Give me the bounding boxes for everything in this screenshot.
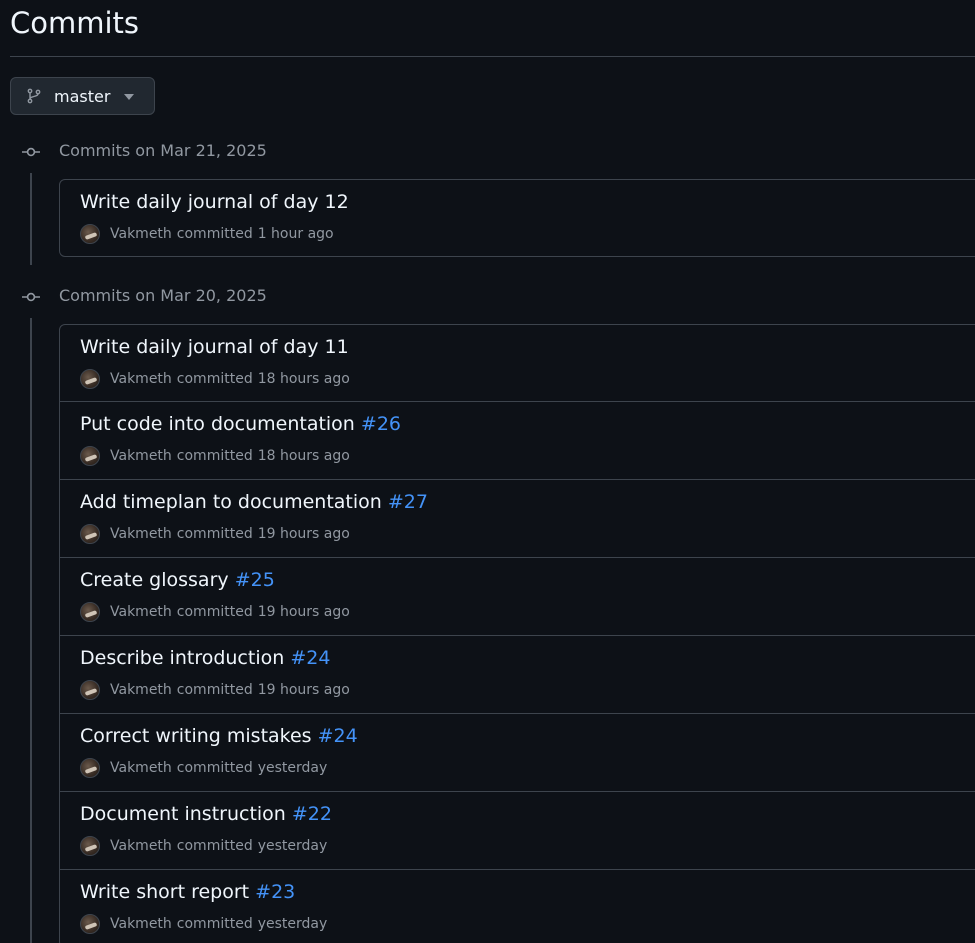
commit-author-link[interactable]: Vakmeth: [110, 838, 172, 854]
avatar[interactable]: [80, 446, 100, 466]
commit-list-item: Write short report #23 Vakmeth committed ye…: [60, 869, 975, 943]
commit-title: Describe introduction #24: [80, 647, 330, 669]
avatar[interactable]: [80, 602, 100, 622]
commit-verb: committed: [176, 226, 253, 242]
pull-request-link[interactable]: #24: [318, 725, 358, 747]
commit-author-link[interactable]: Vakmeth: [110, 604, 172, 620]
commit-meta: Vakmeth committed 18 hours ago: [80, 446, 350, 466]
commit-verb: committed: [176, 604, 253, 620]
commit-message-link[interactable]: Put code into documentation: [80, 413, 355, 435]
pull-request-link[interactable]: #22: [292, 803, 332, 825]
avatar[interactable]: [80, 680, 100, 700]
commit-meta: Vakmeth committed 1 hour ago: [80, 224, 334, 244]
commit-meta: Vakmeth committed 18 hours ago: [80, 369, 350, 389]
commit-title: Correct writing mistakes #24: [80, 725, 358, 747]
commit-author-link[interactable]: Vakmeth: [110, 916, 172, 932]
commit-title: Add timeplan to documentation #27: [80, 491, 428, 513]
commit-author-link[interactable]: Vakmeth: [110, 371, 172, 387]
commit-list-item: Add timeplan to documentation #27 Vakmeth…: [60, 479, 975, 557]
commit-verb: committed: [176, 371, 253, 387]
pull-request-link[interactable]: #23: [255, 881, 295, 903]
chevron-down-icon: [124, 94, 134, 100]
commit-time: yesterday: [257, 838, 328, 854]
commit-author-link[interactable]: Vakmeth: [110, 226, 172, 242]
branch-selector-button[interactable]: master: [10, 77, 155, 115]
commit-meta: Vakmeth committed yesterday: [80, 914, 327, 934]
commit-group-date: Commits on Mar 21, 2025: [59, 141, 267, 160]
avatar[interactable]: [80, 758, 100, 778]
commit-group-header: Commits on Mar 20, 2025: [0, 284, 975, 310]
avatar[interactable]: [80, 224, 100, 244]
commit-message-link[interactable]: Add timeplan to documentation: [80, 491, 382, 513]
commit-meta: Vakmeth committed yesterday: [80, 836, 327, 856]
avatar[interactable]: [80, 524, 100, 544]
git-commit-icon: [22, 292, 40, 302]
commit-verb: committed: [176, 838, 253, 854]
commit-list-item: Create glossary #25 Vakmeth committed 19 ho…: [60, 557, 975, 635]
commit-message-link[interactable]: Document instruction: [80, 803, 286, 825]
commit-time: 19 hours ago: [257, 682, 350, 698]
commit-list-item: Correct writing mistakes #24 Vakmeth commi…: [60, 713, 975, 791]
commit-author-link[interactable]: Vakmeth: [110, 526, 172, 542]
commit-time: yesterday: [257, 916, 328, 932]
commit-title: Write daily journal of day 11: [80, 336, 349, 358]
commit-title: Write short report #23: [80, 881, 295, 903]
pull-request-link[interactable]: #25: [235, 569, 275, 591]
commit-verb: committed: [176, 682, 253, 698]
commit-verb: committed: [176, 916, 253, 932]
commit-list: Write daily journal of day 12 Vakmeth comm…: [59, 179, 975, 257]
commit-time: 19 hours ago: [257, 526, 350, 542]
commit-author-link[interactable]: Vakmeth: [110, 448, 172, 464]
commit-message-link[interactable]: Create glossary: [80, 569, 229, 591]
avatar[interactable]: [80, 914, 100, 934]
commit-message-link[interactable]: Write short report: [80, 881, 249, 903]
commit-verb: committed: [176, 526, 253, 542]
avatar[interactable]: [80, 369, 100, 389]
commit-title: Write daily journal of day 12: [80, 191, 349, 213]
commit-title: Create glossary #25: [80, 569, 275, 591]
commit-list-item: Write daily journal of day 12 Vakmeth comm…: [60, 180, 975, 256]
commit-time: 1 hour ago: [257, 226, 334, 242]
commit-meta: Vakmeth committed 19 hours ago: [80, 524, 350, 544]
commit-message-link[interactable]: Write daily journal of day 12: [80, 191, 349, 213]
commit-author-link[interactable]: Vakmeth: [110, 682, 172, 698]
commit-meta: Vakmeth committed 19 hours ago: [80, 602, 350, 622]
branch-name: master: [54, 87, 111, 106]
commit-meta: Vakmeth committed 19 hours ago: [80, 680, 350, 700]
commit-list-item: Put code into documentation #26 Vakmeth co…: [60, 401, 975, 479]
commit-group-header: Commits on Mar 21, 2025: [0, 139, 975, 165]
commit-verb: committed: [176, 448, 253, 464]
commits-page: Commits master Commits on Mar 21, 2025 Wr…: [0, 0, 975, 943]
avatar[interactable]: [80, 836, 100, 856]
commit-time: 19 hours ago: [257, 604, 350, 620]
commit-message-link[interactable]: Correct writing mistakes: [80, 725, 312, 747]
timeline-connector: [30, 173, 32, 265]
commit-time: 18 hours ago: [257, 371, 350, 387]
commit-title: Document instruction #22: [80, 803, 332, 825]
git-commit-icon: [22, 147, 40, 157]
commit-message-link[interactable]: Describe introduction: [80, 647, 284, 669]
commit-list: Write daily journal of day 11 Vakmeth comm…: [59, 324, 975, 943]
commit-list-item: Write daily journal of day 11 Vakmeth comm…: [60, 325, 975, 401]
commit-list-item: Document instruction #22 Vakmeth committed…: [60, 791, 975, 869]
pull-request-link[interactable]: #24: [290, 647, 330, 669]
commit-verb: committed: [176, 760, 253, 776]
commit-title: Put code into documentation #26: [80, 413, 401, 435]
pull-request-link[interactable]: #26: [361, 413, 401, 435]
commit-time: 18 hours ago: [257, 448, 350, 464]
commit-message-link[interactable]: Write daily journal of day 11: [80, 336, 349, 358]
pull-request-link[interactable]: #27: [388, 491, 428, 513]
page-title: Commits: [10, 6, 140, 40]
title-divider: [10, 56, 975, 57]
timeline-connector: [30, 318, 32, 943]
git-branch-icon: [27, 88, 41, 104]
commit-list-item: Describe introduction #24 Vakmeth committe…: [60, 635, 975, 713]
commit-meta: Vakmeth committed yesterday: [80, 758, 327, 778]
commit-group-date: Commits on Mar 20, 2025: [59, 286, 267, 305]
commit-time: yesterday: [257, 760, 328, 776]
commit-author-link[interactable]: Vakmeth: [110, 760, 172, 776]
